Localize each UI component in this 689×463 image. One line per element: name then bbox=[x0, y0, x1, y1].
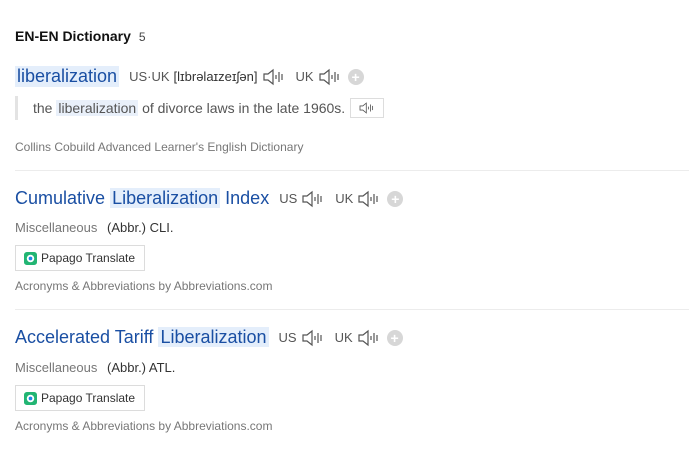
example-after: of divorce laws in the late 1960s. bbox=[142, 100, 346, 116]
us-label: US bbox=[278, 330, 297, 345]
uk-label: UK bbox=[335, 191, 354, 206]
source-label: Acronyms & Abbreviations by Abbreviation… bbox=[15, 279, 273, 293]
speaker-icon bbox=[359, 102, 374, 114]
definition-text: (Abbr.) CLI. bbox=[107, 220, 174, 235]
example-sentence: the liberalization of divorce laws in th… bbox=[15, 96, 385, 120]
papago-translate-button[interactable]: Papago Translate bbox=[15, 385, 145, 411]
example-highlight: liberalization bbox=[56, 100, 139, 116]
papago-translate-button[interactable]: Papago Translate bbox=[15, 245, 145, 271]
speaker-icon[interactable] bbox=[301, 328, 325, 348]
plus-icon[interactable]: + bbox=[386, 329, 403, 346]
pronunciation-text: [lɪbrəlaɪzeɪʃən] bbox=[173, 69, 258, 84]
entry-accelerated-tariff-liberalization: Accelerated Tariff Liberalization US UK … bbox=[15, 327, 689, 348]
entry-cumulative-liberalization-index: Cumulative Liberalization Index US UK + bbox=[15, 188, 689, 209]
category-label: Miscellaneous bbox=[15, 360, 98, 375]
speaker-icon[interactable] bbox=[357, 189, 381, 209]
headword-link[interactable]: Cumulative Liberalization Index bbox=[15, 188, 269, 209]
papago-label: Papago Translate bbox=[41, 251, 136, 265]
dictionary-header: EN-EN Dictionary 5 bbox=[15, 28, 146, 44]
speaker-icon[interactable] bbox=[318, 67, 342, 87]
plus-icon[interactable]: + bbox=[387, 190, 404, 207]
source-label: Collins Cobuild Advanced Learner's Engli… bbox=[15, 140, 304, 154]
divider bbox=[15, 170, 689, 171]
uk-label: UK bbox=[295, 69, 314, 84]
speaker-icon[interactable] bbox=[262, 67, 286, 87]
definition: Miscellaneous (Abbr.) ATL. bbox=[15, 360, 175, 375]
definition: Miscellaneous (Abbr.) CLI. bbox=[15, 220, 173, 235]
category-label: Miscellaneous bbox=[15, 220, 98, 235]
dictionary-title: EN-EN Dictionary bbox=[15, 28, 131, 44]
papago-label: Papago Translate bbox=[41, 391, 136, 405]
divider bbox=[15, 309, 689, 310]
headword-link[interactable]: Accelerated Tariff Liberalization bbox=[15, 327, 269, 348]
us-label: US bbox=[279, 191, 298, 206]
uk-label: UK bbox=[334, 330, 353, 345]
example-speaker-button[interactable] bbox=[350, 98, 385, 118]
papago-logo-icon bbox=[24, 251, 37, 265]
speaker-icon[interactable] bbox=[301, 189, 325, 209]
plus-icon[interactable]: + bbox=[347, 68, 364, 85]
headword-part: Index bbox=[225, 188, 270, 208]
headword-link[interactable]: liberalization bbox=[15, 66, 120, 87]
definition-text: (Abbr.) ATL. bbox=[107, 360, 176, 375]
result-count: 5 bbox=[138, 30, 146, 44]
source-label: Acronyms & Abbreviations by Abbreviation… bbox=[15, 419, 273, 433]
headword-part: Accelerated Tariff bbox=[15, 327, 154, 347]
pronunciation-label: US·UK bbox=[129, 69, 170, 84]
papago-logo-icon bbox=[24, 391, 37, 405]
headword-highlight: Liberalization bbox=[110, 188, 221, 208]
headword-part: Cumulative bbox=[15, 188, 106, 208]
entry-liberalization: liberalization US·UK [lɪbrəlaɪzeɪʃən] UK… bbox=[15, 66, 689, 87]
speaker-icon[interactable] bbox=[357, 328, 381, 348]
example-before: the bbox=[33, 100, 53, 116]
headword-highlight: Liberalization bbox=[158, 327, 269, 347]
